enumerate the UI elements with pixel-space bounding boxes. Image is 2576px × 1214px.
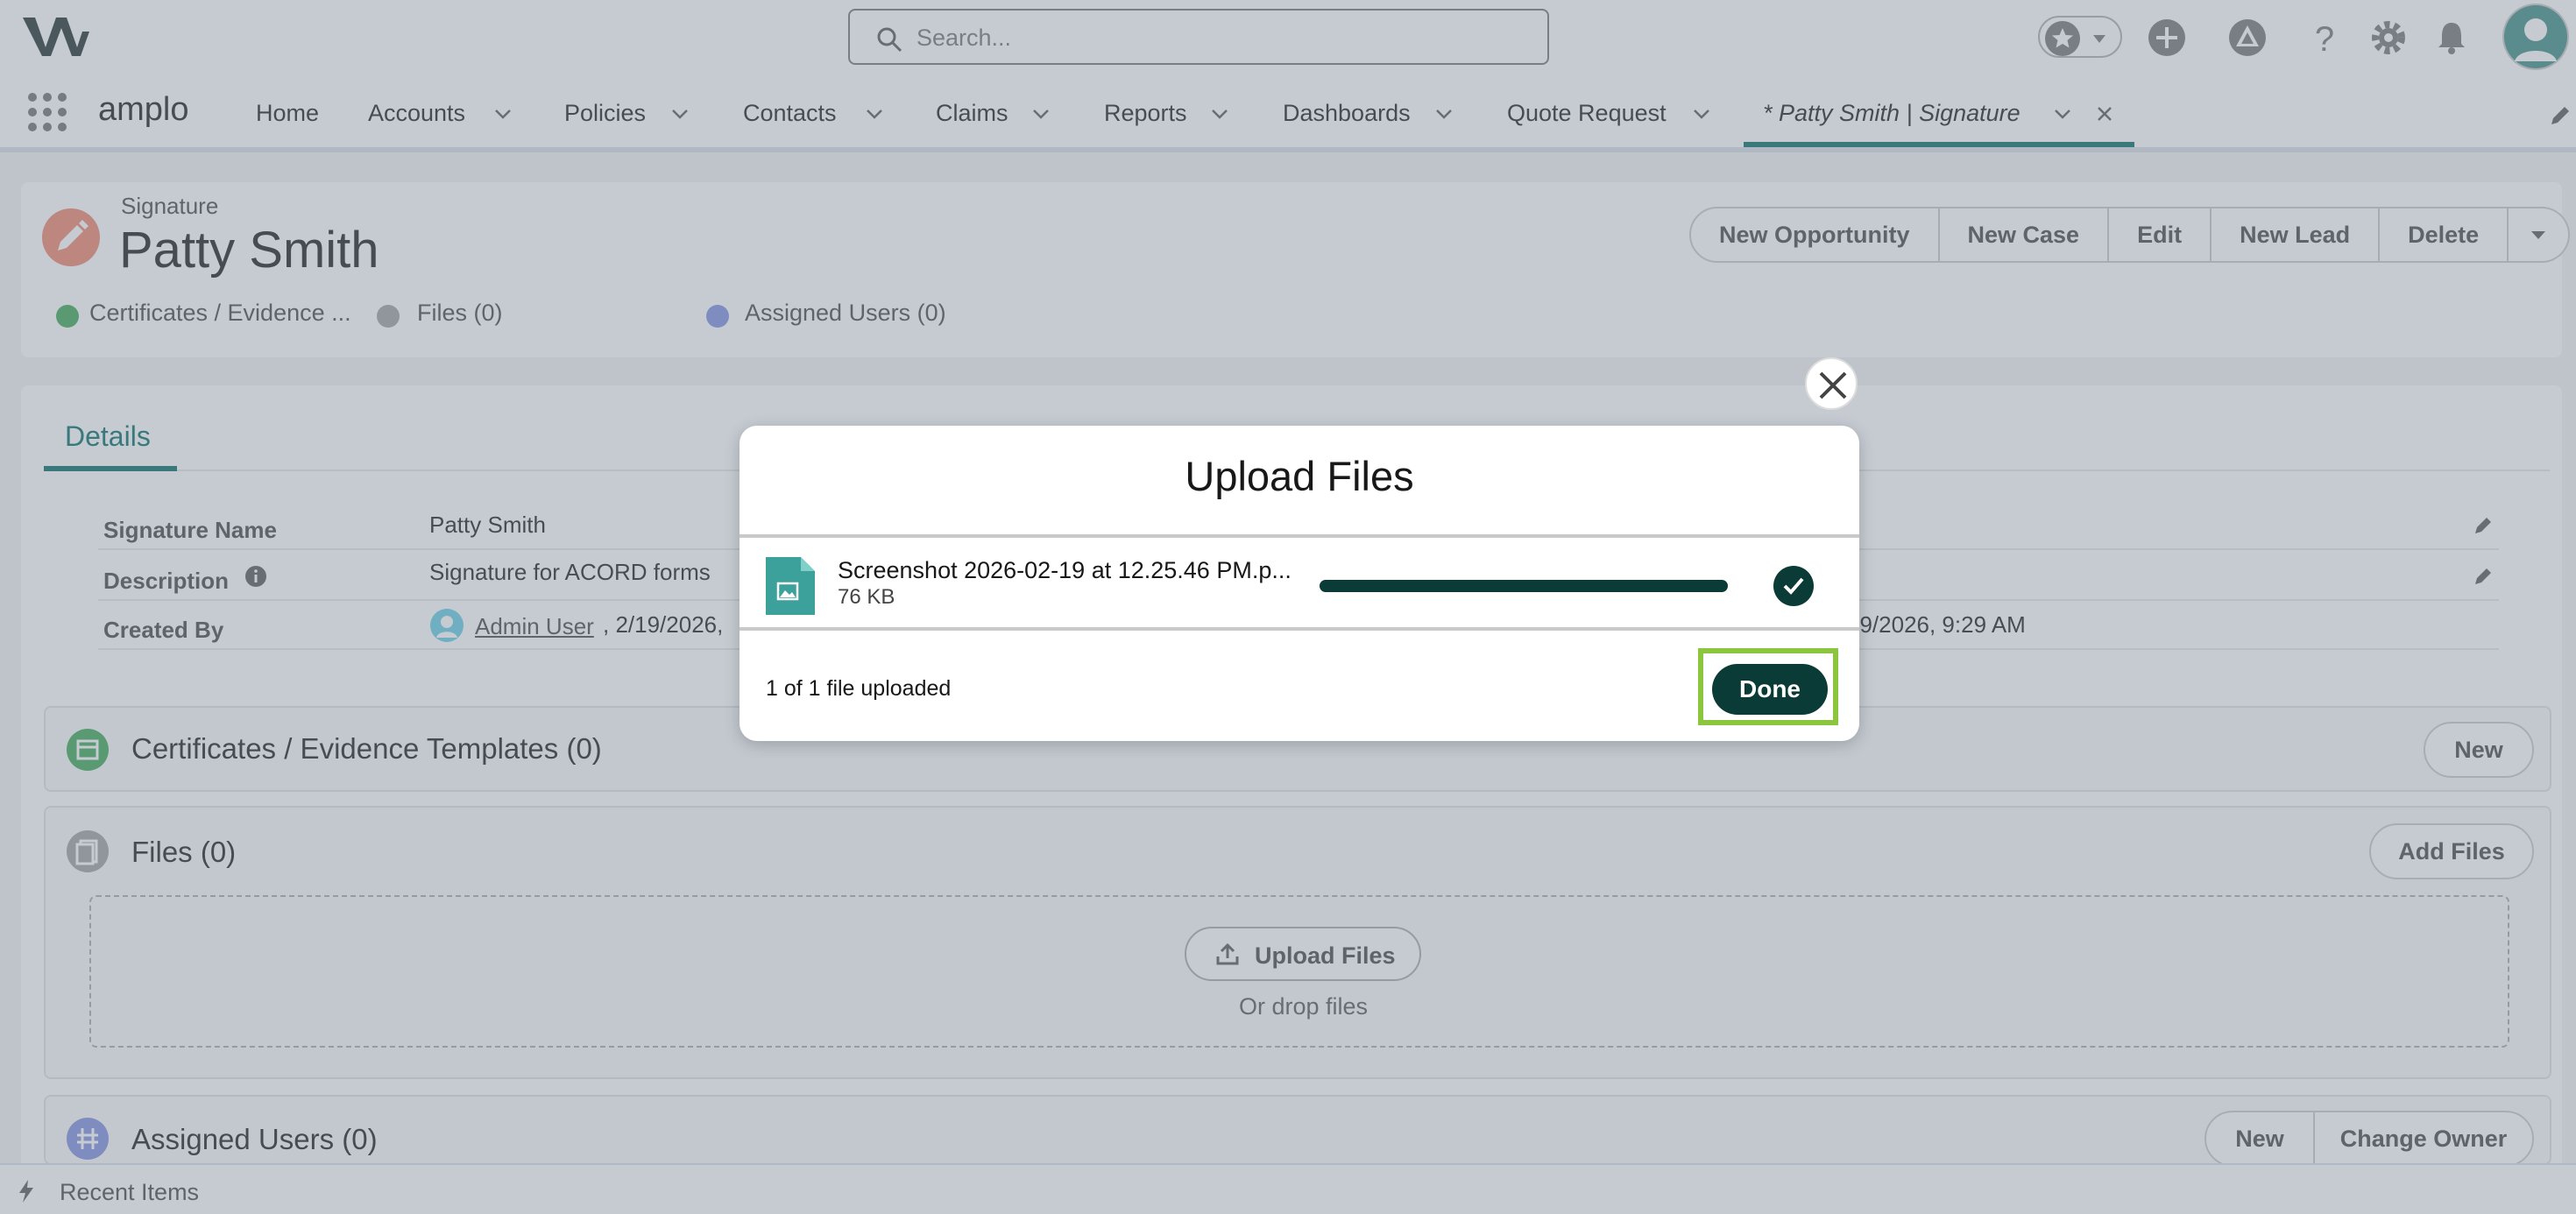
- upload-status-text: 1 of 1 file uploaded: [766, 676, 952, 701]
- upload-complete-check-icon: [1773, 566, 1814, 606]
- image-file-icon: [766, 557, 815, 615]
- modal-close-button[interactable]: [1805, 357, 1858, 410]
- file-size: 76 KB: [838, 585, 895, 609]
- uploaded-file-row: Screenshot 2026-02-19 at 12.25.46 PM.p..…: [740, 534, 1859, 631]
- close-icon: [1819, 371, 1847, 399]
- upload-progress-bar: [1320, 580, 1728, 592]
- upload-progress-fill: [1320, 580, 1728, 592]
- done-button[interactable]: Done: [1712, 664, 1828, 715]
- upload-files-modal: Upload Files Screenshot 2026-02-19 at 12…: [740, 426, 1859, 741]
- modal-title: Upload Files: [1185, 453, 1414, 499]
- file-name: Screenshot 2026-02-19 at 12.25.46 PM.p..…: [838, 557, 1292, 583]
